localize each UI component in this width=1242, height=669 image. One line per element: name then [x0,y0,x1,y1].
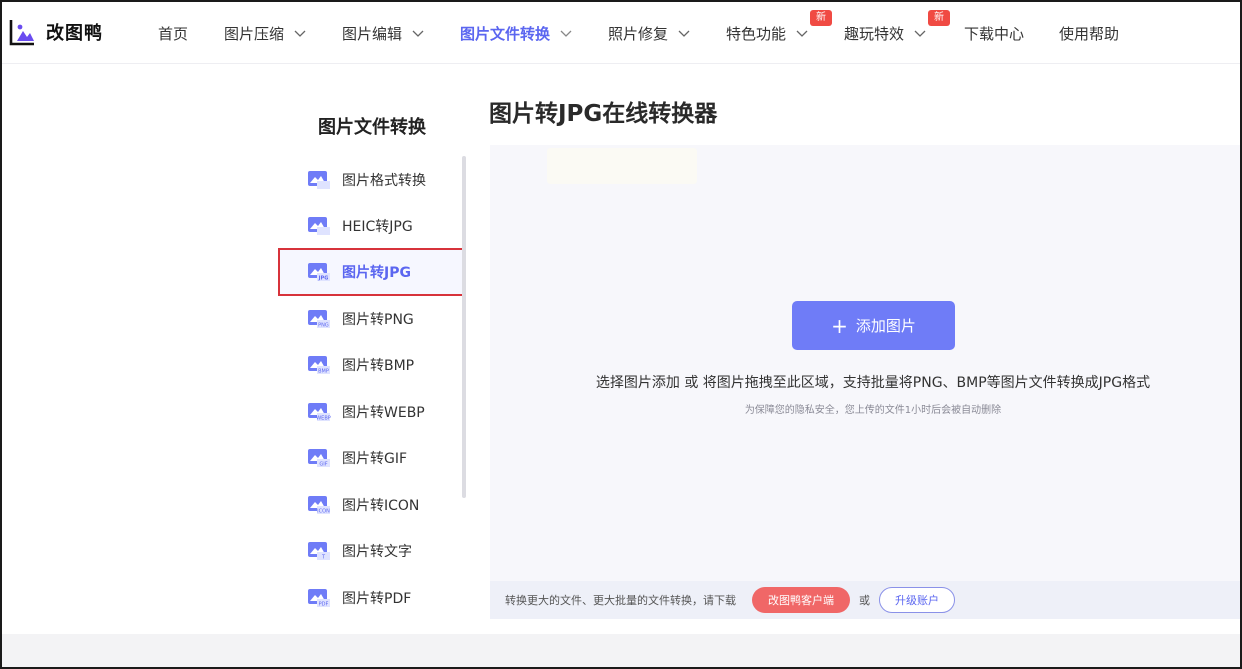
icon-tag-text: GIF [319,462,327,468]
image-webp-icon: WEBP [308,403,331,422]
add-image-label: 添加图片 [855,317,916,335]
icon-tag-text: PNG [318,323,329,329]
nav-download-center[interactable]: 下载中心 [964,22,1024,44]
sidebar-item-label: 图片转PNG [342,312,414,328]
add-image-button[interactable]: + 添加图片 [792,301,955,350]
nav-label: 下载中心 [964,24,1025,43]
sidebar-item-label: 图片转PDF [342,591,412,607]
icon-tag-text: PDF [319,602,329,608]
upload-drop-zone[interactable] [490,145,1240,581]
nav-label: 特色功能 [726,24,787,43]
image-gif-icon: GIF [308,449,330,468]
icon-tag-text: JPG [318,276,329,282]
image-jpg-icon: JPG [308,263,330,282]
nav-label: 使用帮助 [1059,24,1120,43]
image-pdf-icon: PDF [308,589,330,608]
icon-tag-text: WEBP [316,416,331,422]
chevron-down-icon [678,30,690,37]
image-png-icon: PNG [308,310,330,329]
chevron-down-icon [796,30,808,37]
brand-name: 改图鸭 [46,23,103,44]
nav-home[interactable]: 首页 [158,22,188,44]
nav-label: 首页 [158,24,189,43]
sidebar-item-0[interactable]: 图片格式转换 [278,156,464,204]
sidebar-item-label: 图片转BMP [342,358,415,374]
image-convert-icon [308,171,330,189]
nav-image-compress[interactable]: 图片压缩 [224,22,306,44]
nav-help[interactable]: 使用帮助 [1059,22,1119,44]
nav-label: 趣玩特效 [844,24,905,43]
sidebar-item-5[interactable]: WEBP 图片转WEBP [278,388,464,436]
top-navigation: 改图鸭 首页 图片压缩 图片编辑 图片文件转换 照片修复 特色功能 新 趣玩特效 [2,2,1240,64]
app-window: 改图鸭 首页 图片压缩 图片编辑 图片文件转换 照片修复 特色功能 新 趣玩特效 [0,0,1242,669]
upgrade-account-button[interactable]: 升级账户 [879,587,955,613]
upsell-text: 转换更大的文件、更大批量的文件转换，请下载 [505,594,736,607]
nav-image-edit[interactable]: 图片编辑 [342,22,424,44]
chevron-down-icon [560,30,572,37]
nav-photo-repair[interactable]: 照片修复 [608,22,690,44]
nav-label: 图片编辑 [342,24,403,43]
logo-icon [9,20,34,46]
nav-label: 照片修复 [608,24,669,43]
sidebar-item-7[interactable]: ICON 图片转ICON [278,481,464,529]
chevron-down-icon [412,30,424,37]
sidebar-item-4[interactable]: BMP 图片转BMP [278,341,464,389]
upload-hint: 选择图片添加 或 将图片拖拽至此区域，支持批量将PNG、BMP等图片文件转换成J… [595,375,1151,391]
sidebar-item-2[interactable]: JPG 图片转JPG [278,248,464,296]
sidebar-title: 图片文件转换 [318,117,426,138]
footer-strip [2,634,1240,667]
upsell-bar: 转换更大的文件、更大批量的文件转换，请下载 改图鸭客户端 或 升级账户 [490,581,1240,619]
sidebar-item-1[interactable]: HEIC转JPG [278,202,464,250]
sidebar-item-label: HEIC转JPG [342,219,413,235]
chevron-down-icon [914,30,926,37]
nav-label: 图片压缩 [224,24,285,43]
sidebar-item-label: 图片转JPG [342,265,411,281]
sidebar-item-label: 图片转GIF [342,451,408,467]
image-bmp-icon: BMP [308,356,330,375]
sidebar-scrollbar[interactable] [462,156,466,498]
nav-special-features[interactable]: 特色功能 新 [726,10,832,44]
page-title: 图片转JPG在线转换器 [489,101,718,127]
heic-jpg-icon [308,217,330,235]
new-badge: 新 [928,10,950,26]
icon-tag-text: BMP [318,369,329,375]
new-badge: 新 [810,10,832,26]
plus-icon: + [831,313,848,338]
or-text: 或 [859,594,870,607]
download-client-button[interactable]: 改图鸭客户端 [752,587,850,613]
privacy-note: 为保障您的隐私安全，您上传的文件1小时后会被自动删除 [744,405,1002,416]
sidebar-item-label: 图片转文字 [342,544,412,560]
sidebar-item-label: 图片格式转换 [342,173,426,189]
icon-tag-text: ICON [317,509,330,515]
nav-label: 图片文件转换 [460,24,551,43]
sidebar-item-8[interactable]: T 图片转文字 [278,527,464,575]
image-icon-icon: ICON [308,496,330,515]
sidebar-item-3[interactable]: PNG 图片转PNG [278,295,464,343]
sidebar-item-label: 图片转WEBP [342,405,425,421]
image-text-icon: T [308,542,330,561]
nav-fun-effects[interactable]: 趣玩特效 新 [844,10,950,44]
sidebar-item-label: 图片转ICON [342,498,420,514]
sidebar-item-6[interactable]: GIF 图片转GIF [278,434,464,482]
chevron-down-icon [294,30,306,37]
faint-tab-placeholder [547,148,697,184]
sidebar-item-9[interactable]: PDF 图片转PDF [278,574,464,622]
brand-logo[interactable]: 改图鸭 [8,16,103,48]
nav-file-convert[interactable]: 图片文件转换 [460,22,572,44]
